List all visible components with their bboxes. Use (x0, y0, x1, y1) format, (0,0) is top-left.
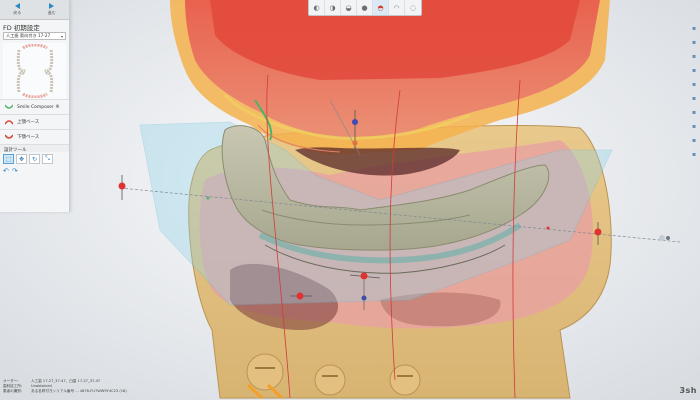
redo-icon[interactable]: ↷ (12, 167, 18, 175)
info-value: ある名称付きシリアル番号 ... 4876-FU7WW9Y4C23 (18) (31, 389, 127, 393)
right-tool-button[interactable]: ▪ (690, 24, 698, 32)
back-label: 戻る (13, 10, 22, 15)
smile-composer-icon (4, 104, 14, 110)
upper-base-icon (4, 119, 14, 125)
select-tool-button[interactable]: ⬚ (3, 154, 14, 164)
right-tool-7-icon: ▪ (691, 108, 697, 116)
upper-base-item[interactable]: 上顎ベース (0, 114, 69, 129)
lower-base-item[interactable]: 下顎ベース (0, 129, 69, 144)
3d-viewport[interactable] (0, 0, 700, 400)
rotate-tool-icon: ↻ (31, 155, 38, 163)
right-tool-5-icon: ▪ (691, 80, 697, 88)
order-info: オーダー: 人工歯 17-27_37-47、臼歯 17-27_37-47 歯科技… (3, 379, 233, 394)
design-tools-header: 設計ツール (0, 144, 69, 153)
right-tool-6-icon: ▪ (691, 94, 697, 102)
smile-composer-item[interactable]: Smile Composer ® (0, 99, 69, 114)
arrow-right-icon (49, 3, 55, 9)
right-tool-button[interactable]: ▪ (690, 122, 698, 130)
right-tool-button[interactable]: ▪ (690, 66, 698, 74)
view-teeth-icon: ◑ (329, 3, 336, 12)
right-tool-button[interactable]: ▪ (690, 38, 698, 46)
right-tool-2-icon: ▪ (691, 38, 697, 46)
right-tool-9-icon: ▪ (691, 136, 697, 144)
right-tool-4-icon: ▪ (691, 66, 697, 74)
move-tool-icon: ✥ (18, 155, 25, 163)
right-tool-button[interactable]: ▪ (690, 136, 698, 144)
right-toolbar: ▪ ▪ ▪ ▪ ▪ ▪ ▪ ▪ ▪ ▪ (689, 24, 699, 158)
rotate-tool-button[interactable]: ↻ (29, 154, 40, 164)
gingiva-view-icon: ● (361, 3, 368, 12)
view-toolbar: ◐ ◑ ◒ ● ◓ ◠ ◌ (308, 0, 422, 16)
dropdown-value: 人工歯 奥向付き 17-27 (6, 33, 51, 38)
undo-icon[interactable]: ↶ (3, 167, 9, 175)
scale-tool-button[interactable]: ⤡ (42, 154, 53, 164)
chevron-down-icon: ▾ (60, 34, 63, 39)
gingiva-view-button[interactable]: ● (357, 0, 373, 15)
scale-tool-icon: ⤡ (45, 155, 50, 162)
right-tool-10-icon: ▪ (691, 150, 697, 158)
info-row: 患者の識別: ある名称付きシリアル番号 ... 4876-FU7WW9Y4C23… (3, 389, 233, 394)
view-lower-icon: ◒ (345, 3, 352, 12)
undo-redo-row: ↶ ↷ (0, 166, 69, 176)
select-tool-icon: ⬚ (5, 155, 12, 163)
denture-view-button[interactable]: ◓ (373, 0, 389, 15)
move-tool-button[interactable]: ✥ (16, 154, 27, 164)
right-tool-button[interactable]: ▪ (690, 150, 698, 158)
upper-base-label: 上顎ベース (17, 120, 40, 125)
arch-view-button[interactable]: ◠ (389, 0, 405, 15)
design-tools-row: ⬚ ✥ ↻ ⤡ (0, 152, 69, 166)
view-lower-button[interactable]: ◒ (341, 0, 357, 15)
right-tool-3-icon: ▪ (691, 52, 697, 60)
next-label: 進む (47, 10, 56, 15)
right-tool-1-icon: ▪ (691, 24, 697, 32)
nav-row: 戻る 進む (0, 0, 69, 20)
smile-composer-label: Smile Composer ® (17, 104, 60, 110)
arch-view-icon: ◠ (393, 3, 400, 12)
next-button[interactable]: 進む (35, 0, 70, 19)
brand-logo: 3sh (679, 386, 697, 395)
back-button[interactable]: 戻る (0, 0, 35, 19)
denture-view-icon: ◓ (377, 3, 384, 12)
right-tool-button[interactable]: ▪ (690, 94, 698, 102)
view-upper-button[interactable]: ◐ (309, 0, 325, 15)
right-tool-8-icon: ▪ (691, 122, 697, 130)
app-window: 戻る 進む FD 初期設定 人工歯 奥向付き 17-27 ▾ Smile Com… (0, 0, 700, 400)
control-point[interactable] (546, 226, 550, 230)
panel-title: FD 初期設定 (3, 24, 40, 32)
view-upper-icon: ◐ (313, 3, 320, 12)
right-tool-button[interactable]: ▪ (690, 80, 698, 88)
right-tool-button[interactable]: ▪ (690, 108, 698, 116)
right-tool-button[interactable]: ▪ (690, 52, 698, 60)
lower-base-icon (4, 134, 14, 140)
tooth-chart-icon (16, 44, 53, 98)
arrow-left-icon (14, 3, 20, 9)
info-key: 患者の識別: (3, 389, 23, 393)
control-point[interactable] (206, 196, 210, 200)
transparency-icon: ◌ (409, 3, 417, 12)
left-panel: 戻る 進む FD 初期設定 人工歯 奥向付き 17-27 ▾ Smile Com… (0, 0, 70, 212)
lower-base-label: 下顎ベース (17, 135, 40, 140)
tooth-chart[interactable] (3, 43, 66, 99)
transparency-button[interactable]: ◌ (405, 0, 421, 15)
view-teeth-button[interactable]: ◑ (325, 0, 341, 15)
tooth-setup-dropdown[interactable]: 人工歯 奥向付き 17-27 ▾ (3, 32, 66, 40)
